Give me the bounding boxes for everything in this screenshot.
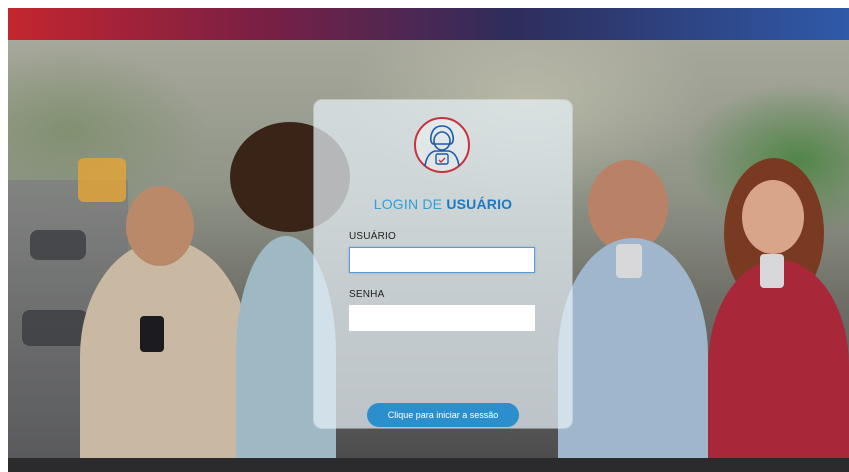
login-submit-button[interactable]: Clique para iniciar a sessão [367,403,519,427]
person-figure [708,260,849,472]
password-label: SENHA [349,289,385,300]
person-phone [140,316,164,352]
password-input[interactable] [349,305,535,331]
background-bus [78,158,126,202]
username-label: USUÁRIO [349,231,396,242]
username-input[interactable] [349,247,535,273]
login-title-emphasis: USUÁRIO [446,196,513,212]
person-head [742,180,804,254]
person-figure [80,240,250,472]
person-phone [616,244,642,278]
login-title: LOGIN DE USUÁRIO [314,196,572,212]
user-avatar-icon [413,116,471,174]
background-car [22,310,88,346]
user-avatar-icon-svg [414,117,470,173]
top-gradient-bar [8,8,849,40]
login-panel: LOGIN DE USUÁRIO USUÁRIO SENHA Clique pa… [314,100,572,428]
login-title-prefix: LOGIN DE [373,196,447,212]
person-phone [760,254,784,288]
background-car [30,230,86,260]
page-frame: LOGIN DE USUÁRIO USUÁRIO SENHA Clique pa… [8,8,849,472]
person-head [126,186,194,266]
bench [8,458,849,472]
